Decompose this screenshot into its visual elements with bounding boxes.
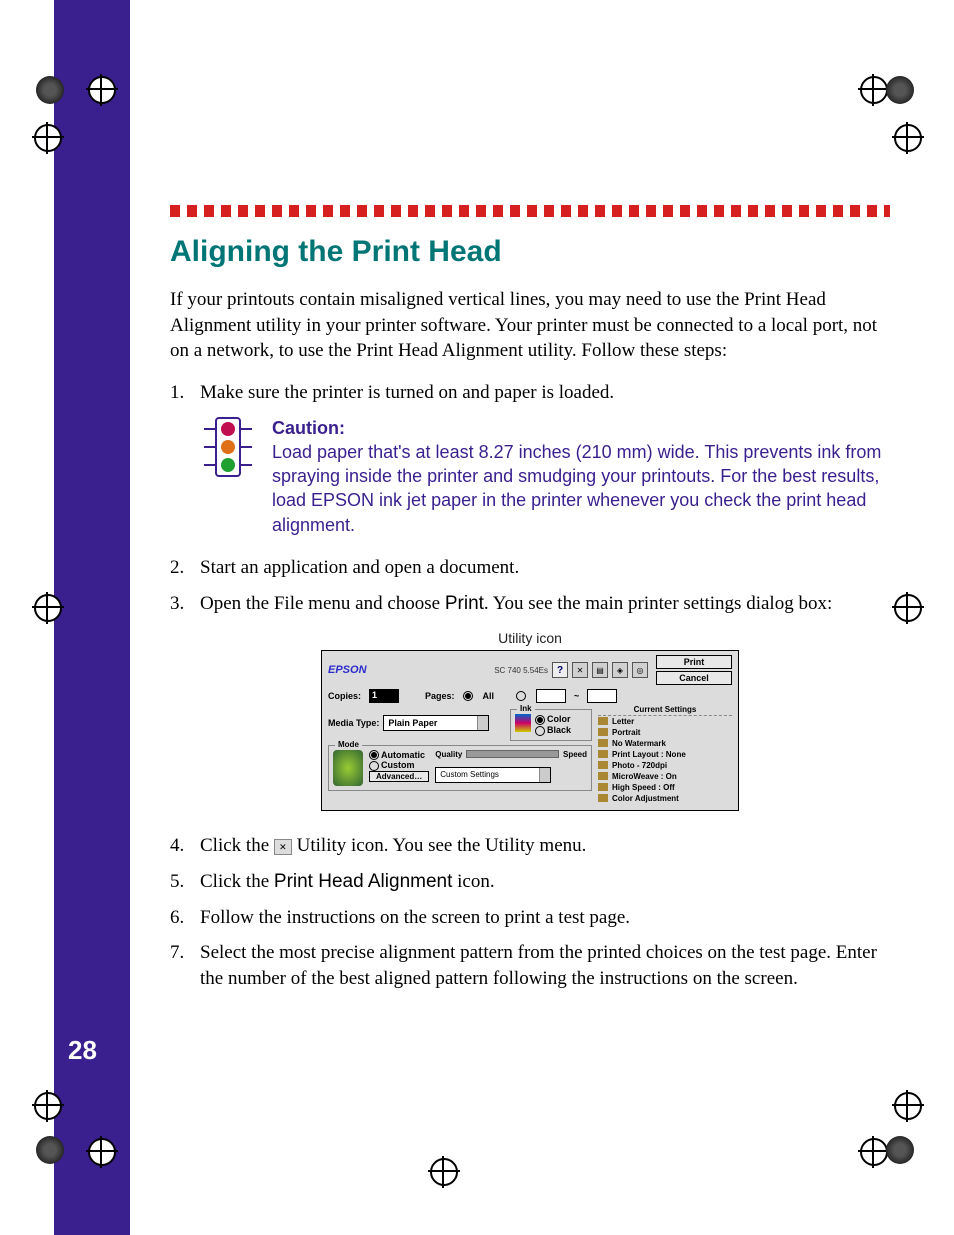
registration-mark-icon [430,1158,458,1186]
media-type-select[interactable]: Plain Paper [383,715,489,731]
step-4: 4. Click the ✕ Utility icon. You see the… [170,833,890,859]
current-settings-label: Current Settings [598,705,732,716]
step-3: 3. Open the File menu and choose Print. … [170,591,890,617]
speed-label: Speed [563,750,587,759]
pages-all-label: All [483,691,495,701]
step-1: 1. Make sure the printer is turned on an… [170,380,890,406]
ink-black-radio[interactable] [535,726,545,736]
step-5: 5. Click the Print Head Alignment icon. [170,869,890,895]
print-button[interactable]: Print [656,655,732,669]
pages-all-radio[interactable] [463,691,473,701]
step-number: 1. [170,380,200,406]
step-7: 7. Select the most precise alignment pat… [170,940,890,991]
cs-letter: Letter [598,716,732,727]
registration-mark-icon [860,76,888,104]
mode-group: Mode Automatic Custom Advanced… Quality [328,745,592,791]
cancel-button[interactable]: Cancel [656,671,732,685]
cs-watermark: No Watermark [598,738,732,749]
cs-highspeed: High Speed : Off [598,782,732,793]
step-number: 6. [170,905,200,931]
registration-mark-icon [860,1138,888,1166]
caution-text: Caution: Load paper that's at least 8.27… [272,416,890,537]
corner-mark-icon [886,76,914,104]
dialog-version: SC 740 5.54Es [494,666,548,675]
registration-mark-icon [894,594,922,622]
utility-caption: Utility icon [170,630,890,646]
pages-label: Pages: [425,691,455,701]
caution-title: Caution: [272,418,345,438]
step-text: Follow the instructions on the screen to… [200,905,890,931]
page-content: Aligning the Print Head If your printout… [170,205,890,1002]
step-number: 3. [170,591,200,617]
step-text: Start an application and open a document… [200,555,890,581]
corner-mark-icon [36,76,64,104]
toolbar-icon[interactable]: ▤ [592,662,608,678]
ink-icon [515,714,531,732]
range-separator: ~ [574,691,579,701]
step-number: 2. [170,555,200,581]
cs-portrait: Portrait [598,727,732,738]
cs-layout: Print Layout : None [598,749,732,760]
registration-mark-icon [34,124,62,152]
registration-mark-icon [34,1092,62,1120]
caution-body: Load paper that's at least 8.27 inches (… [272,442,881,535]
advanced-button[interactable]: Advanced… [369,771,429,782]
copies-row: Copies: 1 Pages: All ~ [322,687,738,705]
epson-logo: EPSON [328,664,490,676]
registration-mark-icon [88,76,116,104]
mode-icon [333,750,363,786]
page-number: 28 [68,1035,97,1066]
step-number: 4. [170,833,200,859]
quality-slider[interactable] [466,750,559,758]
intro-paragraph: If your printouts contain misaligned ver… [170,287,890,364]
ink-group: Ink Color Black [510,709,592,740]
media-type-label: Media Type: [328,718,379,728]
pages-range-radio[interactable] [516,691,526,701]
step-text: Make sure the printer is turned on and p… [200,380,890,406]
page-to-input[interactable] [587,689,617,703]
traffic-light-icon [200,416,256,537]
quality-label: Quality [435,750,462,759]
dialog-titlebar: EPSON SC 740 5.54Es ? ✕ ▤ ◈ ◎ Print Canc… [322,651,738,687]
registration-mark-icon [894,124,922,152]
page-from-input[interactable] [536,689,566,703]
utility-icon: ✕ [274,839,292,855]
corner-mark-icon [36,1136,64,1164]
corner-mark-icon [886,1136,914,1164]
page-title: Aligning the Print Head [170,235,890,269]
mode-label: Mode [335,740,362,749]
step-number: 7. [170,940,200,991]
toolbar-icon[interactable]: ◈ [612,662,628,678]
step-number: 5. [170,869,200,895]
registration-mark-icon [894,1092,922,1120]
cs-photo: Photo - 720dpi [598,760,732,771]
step-2: 2. Start an application and open a docum… [170,555,890,581]
copies-input[interactable]: 1 [369,689,399,703]
mode-custom-radio[interactable] [369,761,379,771]
caution-block: Caution: Load paper that's at least 8.27… [200,416,890,537]
mode-automatic-radio[interactable] [369,750,379,760]
ink-color-radio[interactable] [535,715,545,725]
step-6: 6. Follow the instructions on the screen… [170,905,890,931]
ink-label: Ink [517,704,535,713]
step-text: Select the most precise alignment patter… [200,940,890,991]
step-text: Click the ✕ Utility icon. You see the Ut… [200,833,890,859]
utility-icon[interactable]: ✕ [572,662,588,678]
help-button[interactable]: ? [552,662,568,678]
custom-settings-select[interactable]: Custom Settings [435,767,551,783]
step-text: Open the File menu and choose Print. You… [200,591,890,617]
registration-mark-icon [34,594,62,622]
cs-coloradj: Color Adjustment [598,793,732,804]
dotted-divider [170,205,890,217]
toolbar-icon[interactable]: ◎ [632,662,648,678]
registration-mark-icon [88,1138,116,1166]
print-dialog: EPSON SC 740 5.54Es ? ✕ ▤ ◈ ◎ Print Canc… [321,650,739,811]
cs-microweave: MicroWeave : On [598,771,732,782]
copies-label: Copies: [328,691,361,701]
step-text: Click the Print Head Alignment icon. [200,869,890,895]
